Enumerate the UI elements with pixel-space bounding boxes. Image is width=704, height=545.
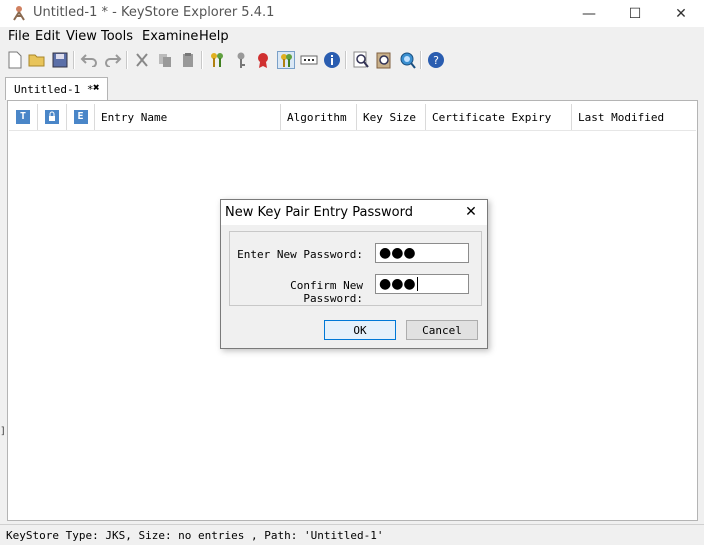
keystore-explorer-app-icon xyxy=(13,6,25,21)
tab-label: Untitled-1 * xyxy=(14,83,94,96)
menu-view[interactable]: View xyxy=(66,29,97,44)
undo-icon[interactable] xyxy=(79,50,99,70)
minimize-button[interactable]: — xyxy=(566,0,612,27)
help-icon[interactable]: ? xyxy=(426,50,446,70)
toolbar-separator xyxy=(345,51,347,69)
cut-icon[interactable] xyxy=(132,50,152,70)
cancel-button[interactable]: Cancel xyxy=(406,320,478,340)
open-icon[interactable] xyxy=(27,50,47,70)
menu-tools[interactable]: Tools xyxy=(101,29,133,44)
confirm-password-value: ●●● xyxy=(379,276,416,292)
entry-type-column-header[interactable]: T xyxy=(9,104,38,130)
set-password-icon[interactable] xyxy=(299,50,319,70)
toolbar-separator xyxy=(126,51,128,69)
toolbar-separator xyxy=(420,51,422,69)
confirm-password-label: Confirm New Password: xyxy=(290,279,363,305)
examine-file-icon[interactable] xyxy=(351,50,371,70)
dialog-close-button[interactable]: ✕ xyxy=(457,201,485,223)
new-icon[interactable] xyxy=(5,50,25,70)
status-text: KeyStore Type: JKS, Size: no entries , P… xyxy=(6,529,384,542)
enter-password-field[interactable]: ●●● xyxy=(375,243,469,263)
password-fields-group: Enter New Password: ●●● Confirm New Pass… xyxy=(229,231,482,306)
window-title: Untitled-1 * - KeyStore Explorer 5.4.1 xyxy=(33,5,275,20)
tab-untitled-1[interactable]: Untitled-1 * ✖ xyxy=(5,77,108,100)
svg-text:?: ? xyxy=(433,54,439,67)
lock-column-header[interactable] xyxy=(38,104,67,130)
menu-file[interactable]: File xyxy=(8,29,30,44)
expiry-icon: E xyxy=(73,110,88,124)
dialog-title-bar: New Key Pair Entry Password ✕ xyxy=(221,200,487,225)
status-bar: KeyStore Type: JKS, Size: no entries , P… xyxy=(0,524,704,545)
new-key-pair-password-dialog: New Key Pair Entry Password ✕ Enter New … xyxy=(220,199,488,349)
toolbar-separator xyxy=(201,51,203,69)
save-icon[interactable] xyxy=(50,50,70,70)
paste-icon[interactable] xyxy=(178,50,198,70)
enter-password-value: ●●● xyxy=(379,245,416,261)
entry-type-icon: T xyxy=(16,110,30,124)
column-key-size[interactable]: Key Size xyxy=(357,104,426,130)
column-certificate-expiry[interactable]: Certificate Expiry xyxy=(426,104,572,130)
menu-bar: File Edit View Tools Examine Help xyxy=(0,27,704,47)
left-edge-marker: ] xyxy=(0,426,7,437)
menu-examine[interactable]: Examine xyxy=(142,29,198,44)
generate-key-pair-icon[interactable] xyxy=(207,50,227,70)
menu-edit[interactable]: Edit xyxy=(35,29,60,44)
maximize-button[interactable]: ☐ xyxy=(612,0,658,27)
import-trusted-certificate-icon[interactable] xyxy=(253,50,273,70)
text-caret xyxy=(416,277,418,291)
enter-password-label: Enter New Password: xyxy=(237,248,363,261)
toolbar-separator xyxy=(73,51,75,69)
toolbar: ? xyxy=(0,47,704,73)
details-icon[interactable] xyxy=(322,50,342,70)
import-key-pair-icon[interactable] xyxy=(276,50,296,70)
table-header: T E Entry Name Algorithm Key Size Certif… xyxy=(9,104,696,131)
dialog-title: New Key Pair Entry Password xyxy=(225,205,413,220)
column-algorithm[interactable]: Algorithm xyxy=(281,104,357,130)
tab-close-icon[interactable]: ✖ xyxy=(93,81,100,94)
lock-icon xyxy=(45,110,59,124)
keystore-tabs: Untitled-1 * ✖ xyxy=(0,75,704,100)
menu-help[interactable]: Help xyxy=(199,29,229,44)
examine-ssl-icon[interactable] xyxy=(397,50,417,70)
confirm-password-field[interactable]: ●●● xyxy=(375,274,469,294)
column-last-modified[interactable]: Last Modified xyxy=(572,104,696,130)
close-button[interactable]: ✕ xyxy=(658,0,704,27)
column-entry-name[interactable]: Entry Name xyxy=(95,104,281,130)
redo-icon[interactable] xyxy=(103,50,123,70)
copy-icon[interactable] xyxy=(155,50,175,70)
examine-clipboard-icon[interactable] xyxy=(374,50,394,70)
title-bar: Untitled-1 * - KeyStore Explorer 5.4.1 —… xyxy=(0,0,704,27)
expiry-status-column-header[interactable]: E xyxy=(67,104,95,130)
generate-secret-key-icon[interactable] xyxy=(231,50,251,70)
ok-button[interactable]: OK xyxy=(324,320,396,340)
